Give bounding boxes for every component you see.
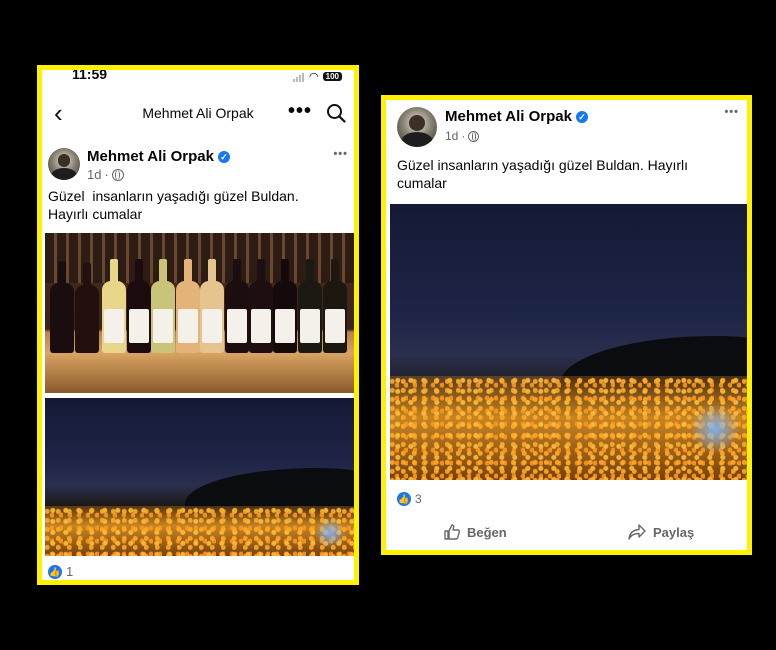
- wine-bottle: [75, 263, 99, 353]
- wine-bottle: [50, 261, 74, 353]
- post-text: Güzel insanların yaşadığı güzel Buldan. …: [397, 157, 689, 192]
- author-row: Mehmet Ali Orpak ✓: [87, 148, 230, 165]
- like-icon: 👍: [48, 564, 62, 579]
- reaction-count: 3: [415, 492, 422, 506]
- post-more-icon[interactable]: •••: [333, 148, 348, 160]
- verified-badge-icon: ✓: [575, 110, 588, 123]
- wifi-icon: ◠: [309, 71, 319, 83]
- reaction-count: 1: [66, 564, 74, 579]
- globe-icon: [111, 168, 124, 181]
- post-actions: Beğen Paylaş: [386, 523, 747, 550]
- more-options-icon[interactable]: •••: [288, 100, 312, 123]
- city-night-photo[interactable]: [45, 398, 354, 556]
- wine-bottle: [176, 259, 200, 353]
- wine-bottle: [127, 259, 151, 353]
- city-lights: [45, 506, 354, 556]
- wine-bottle: [225, 259, 249, 353]
- verified-badge-icon: ✓: [217, 150, 230, 163]
- share-icon: [628, 524, 646, 540]
- wine-bottle: [323, 259, 347, 353]
- post-text: Güzel insanların yaşadığı güzel Buldan. …: [48, 188, 299, 223]
- wine-bottles-photo[interactable]: [45, 233, 354, 393]
- wine-bottle: [102, 259, 126, 353]
- reaction-summary[interactable]: 👍 3: [397, 492, 422, 506]
- post-meta: 1d ·: [445, 129, 480, 143]
- meta-separator: ·: [104, 167, 109, 182]
- avatar[interactable]: [397, 107, 437, 147]
- author-name[interactable]: Mehmet Ali Orpak: [445, 108, 572, 125]
- globe-icon: [468, 130, 480, 142]
- wine-bottle: [200, 259, 224, 353]
- post-more-icon[interactable]: •••: [724, 106, 739, 118]
- battery-indicator: 100: [322, 72, 342, 81]
- reaction-summary[interactable]: 👍 1: [48, 564, 73, 579]
- search-icon[interactable]: [326, 103, 346, 123]
- light-glow: [690, 404, 740, 454]
- like-label: Beğen: [467, 524, 507, 540]
- share-button[interactable]: Paylaş: [627, 523, 694, 541]
- author-name[interactable]: Mehmet Ali Orpak: [87, 148, 214, 165]
- share-label: Paylaş: [653, 524, 695, 540]
- right-post-screenshot: Mehmet Ali Orpak ✓ 1d · ••• Güzel insanl…: [381, 95, 752, 555]
- light-glow: [315, 518, 345, 548]
- like-button[interactable]: Beğen: [443, 523, 507, 541]
- wine-bottle: [273, 259, 297, 353]
- signal-icon: [293, 71, 305, 82]
- wine-bottle: [249, 259, 273, 353]
- wine-bottle: [298, 259, 322, 353]
- status-icons: ◠ 100: [293, 70, 342, 83]
- thumbs-up-icon: [444, 524, 461, 540]
- post-timestamp[interactable]: 1d: [87, 167, 101, 182]
- like-icon: 👍: [397, 492, 411, 506]
- post-meta: 1d ·: [87, 167, 124, 182]
- page-nav-bar: ‹ Mehmet Ali Orpak •••: [42, 100, 354, 128]
- avatar[interactable]: [48, 148, 80, 180]
- left-post-screenshot: 11:59 ◠ 100 ‹ Mehmet Ali Orpak ••• Mehme…: [37, 65, 359, 585]
- status-bar: 11:59 ◠ 100: [42, 70, 354, 84]
- post-timestamp[interactable]: 1d: [445, 129, 458, 143]
- author-row: Mehmet Ali Orpak ✓: [445, 108, 588, 125]
- meta-separator: ·: [461, 129, 466, 143]
- status-time: 11:59: [72, 66, 108, 82]
- wine-bottle: [151, 259, 175, 353]
- city-night-photo[interactable]: [390, 204, 747, 480]
